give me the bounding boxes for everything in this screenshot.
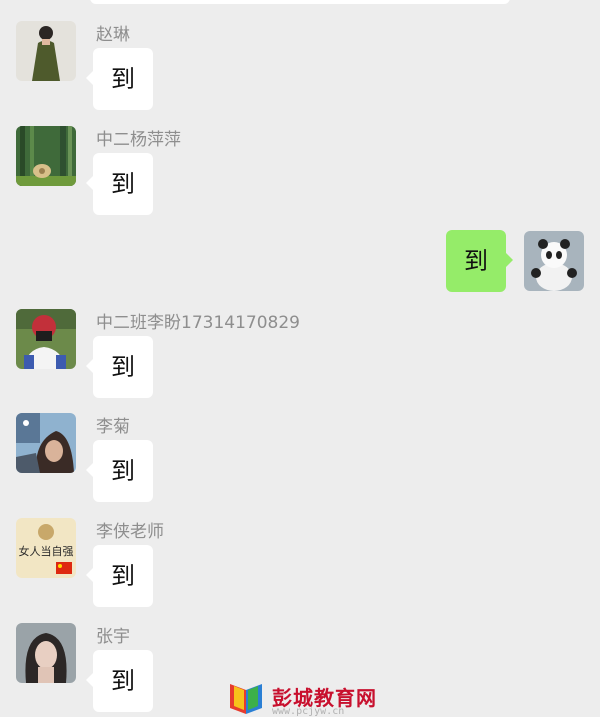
- message-bubble-outgoing[interactable]: 到: [446, 230, 513, 292]
- message-bubble[interactable]: 到: [86, 153, 153, 215]
- site-watermark: 彭城教育网 www.pcjyw.cn: [226, 680, 386, 717]
- forest-scene-avatar[interactable]: [16, 126, 76, 186]
- watermark-url: www.pcjyw.cn: [272, 706, 345, 717]
- camera-person-avatar[interactable]: [16, 309, 76, 369]
- sender-name: 中二杨萍萍: [96, 130, 181, 150]
- sender-name: 中二班李盼17314170829: [96, 313, 300, 333]
- book-logo-icon: [230, 684, 262, 714]
- woman-portrait-avatar[interactable]: [16, 623, 76, 683]
- message-bubble[interactable]: 到: [86, 545, 153, 607]
- message-bubble[interactable]: 到: [86, 650, 153, 712]
- woman-green-dress-avatar[interactable]: [16, 21, 76, 81]
- sender-name: 李侠老师: [96, 522, 164, 542]
- sender-name: 李菊: [96, 417, 130, 437]
- poster-flag-avatar[interactable]: 女人当自强: [16, 518, 76, 578]
- message-bubble[interactable]: 到: [86, 440, 153, 502]
- panda-avatar[interactable]: [524, 231, 584, 291]
- message-bubble[interactable]: 到: [86, 336, 153, 398]
- previous-message-bubble: [90, 0, 510, 4]
- message-bubble[interactable]: 到: [86, 48, 153, 110]
- sender-name: 赵琳: [96, 25, 130, 45]
- avatar-text: 女人当自强: [19, 544, 74, 558]
- sender-name: 张宇: [96, 627, 130, 647]
- girl-photo-avatar[interactable]: [16, 413, 76, 473]
